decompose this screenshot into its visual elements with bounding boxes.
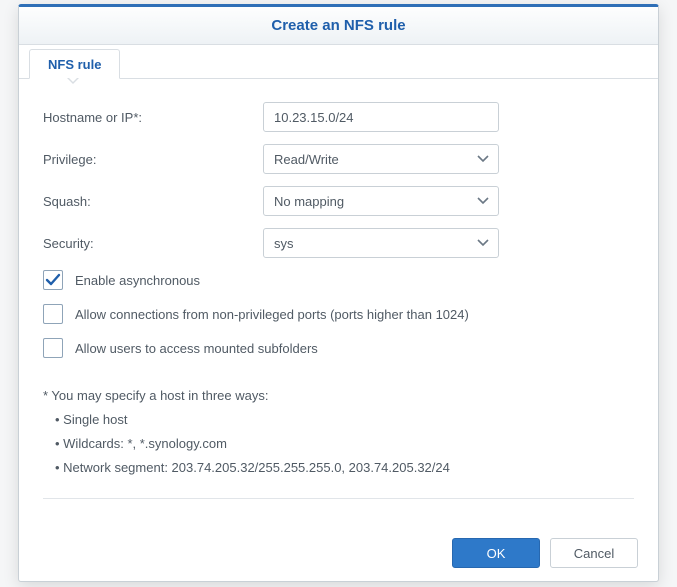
squash-value: No mapping: [274, 194, 344, 209]
enable-async-label[interactable]: Enable asynchronous: [75, 273, 200, 288]
enable-async-checkbox[interactable]: [43, 270, 63, 290]
row-squash: Squash: No mapping: [43, 186, 634, 216]
security-value: sys: [274, 236, 294, 251]
nfs-rule-dialog: Create an NFS rule NFS rule Hostname or …: [18, 4, 659, 582]
security-select[interactable]: sys: [263, 228, 499, 258]
privilege-select[interactable]: Read/Write: [263, 144, 499, 174]
privilege-value: Read/Write: [274, 152, 339, 167]
row-privilege: Privilege: Read/Write: [43, 144, 634, 174]
ok-button[interactable]: OK: [452, 538, 540, 568]
tab-label: NFS rule: [48, 57, 101, 72]
dialog-footer: OK Cancel: [19, 525, 658, 581]
row-subfolders: Allow users to access mounted subfolders: [43, 338, 634, 358]
tab-nfs-rule[interactable]: NFS rule: [29, 49, 120, 79]
subfolders-checkbox[interactable]: [43, 338, 63, 358]
security-label: Security:: [43, 236, 263, 251]
subfolders-label[interactable]: Allow users to access mounted subfolders: [75, 341, 318, 356]
help-bullet-single-host: • Single host: [43, 408, 634, 432]
row-hostname: Hostname or IP*:: [43, 102, 634, 132]
nonpriv-ports-checkbox[interactable]: [43, 304, 63, 324]
dialog-header: Create an NFS rule: [19, 7, 658, 45]
help-bullet-wildcards: • Wildcards: *, *.synology.com: [43, 432, 634, 456]
row-security: Security: sys: [43, 228, 634, 258]
dialog-title: Create an NFS rule: [271, 17, 405, 34]
squash-select[interactable]: No mapping: [263, 186, 499, 216]
help-bullet-network-segment: • Network segment: 203.74.205.32/255.255…: [43, 456, 634, 480]
divider: [43, 498, 634, 499]
row-enable-async: Enable asynchronous: [43, 270, 634, 290]
cancel-button-label: Cancel: [574, 546, 614, 561]
ok-button-label: OK: [487, 546, 506, 561]
tab-bar: NFS rule: [19, 45, 658, 79]
squash-label: Squash:: [43, 194, 263, 209]
nonpriv-ports-label[interactable]: Allow connections from non-privileged po…: [75, 307, 469, 322]
hostname-label: Hostname or IP*:: [43, 110, 263, 125]
row-nonpriv-ports: Allow connections from non-privileged po…: [43, 304, 634, 324]
help-text: * You may specify a host in three ways: …: [43, 384, 634, 480]
cancel-button[interactable]: Cancel: [550, 538, 638, 568]
hostname-input[interactable]: [263, 102, 499, 132]
help-intro: * You may specify a host in three ways:: [43, 384, 634, 408]
form-area: Hostname or IP*: Privilege: Read/Write S…: [19, 79, 658, 525]
privilege-label: Privilege:: [43, 152, 263, 167]
